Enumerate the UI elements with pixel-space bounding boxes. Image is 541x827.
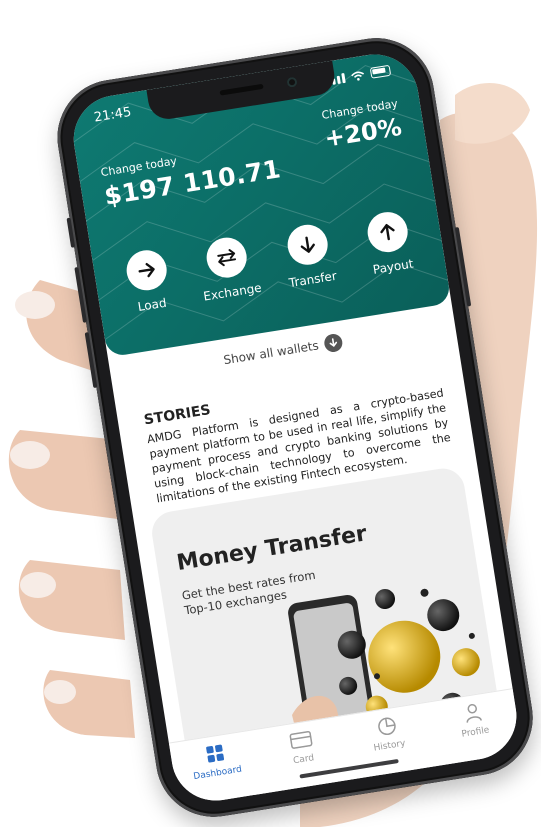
- arrow-right-icon: [123, 247, 170, 294]
- exchange-button[interactable]: Exchange: [188, 232, 269, 304]
- arrow-up-icon: [364, 209, 411, 255]
- show-all-wallets-label: Show all wallets: [222, 338, 320, 368]
- exchange-arrows-icon: [204, 234, 250, 281]
- speaker: [219, 83, 264, 96]
- payout-button[interactable]: Payout: [349, 207, 430, 279]
- chevron-down-icon: [323, 332, 344, 354]
- load-button[interactable]: Load: [108, 245, 189, 317]
- arrow-down-icon: [284, 221, 331, 268]
- app-screen: 21:45 Change today $197 110.71 Change to…: [67, 48, 523, 807]
- front-camera: [286, 76, 298, 88]
- phone: 21:45 Change today $197 110.71 Change to…: [49, 29, 541, 826]
- transfer-button[interactable]: Transfer: [269, 219, 350, 291]
